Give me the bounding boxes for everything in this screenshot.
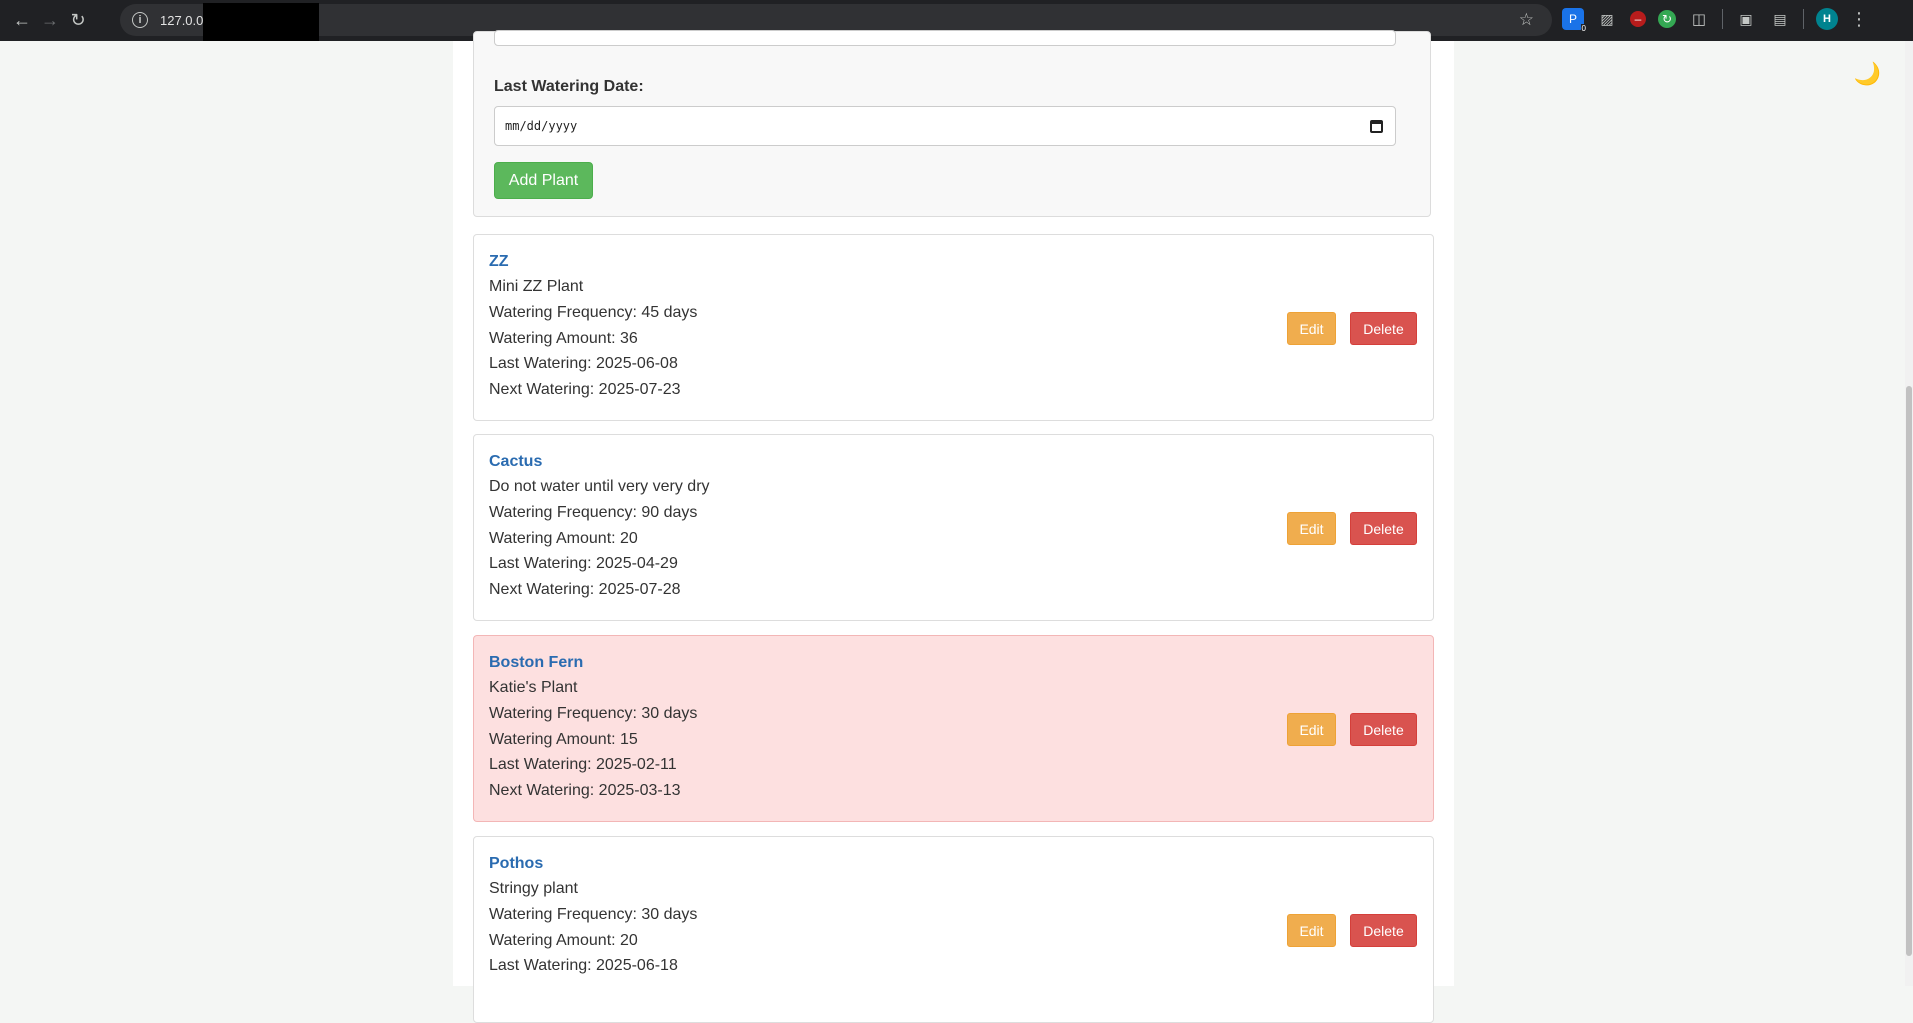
- plant-frequency: Watering Frequency: 30 days: [489, 906, 698, 923]
- toolbar-divider: [1803, 9, 1804, 29]
- back-icon[interactable]: ←: [8, 7, 36, 35]
- plant-amount: Watering Amount: 36: [489, 330, 638, 347]
- plant-amount: Watering Amount: 15: [489, 731, 638, 748]
- plant-notes: Do not water until very very dry: [489, 478, 710, 495]
- blocker-extension-icon[interactable]: –: [1630, 11, 1646, 27]
- pin-extension-icon[interactable]: P0: [1562, 8, 1587, 33]
- delete-button[interactable]: Delete: [1350, 512, 1417, 545]
- delete-button[interactable]: Delete: [1350, 312, 1417, 345]
- site-info-icon[interactable]: i: [132, 12, 148, 28]
- plant-notes: Stringy plant: [489, 880, 578, 897]
- refresh-extension-icon[interactable]: ↻: [1658, 10, 1676, 28]
- toolbar-divider: [1722, 9, 1723, 29]
- edit-button[interactable]: Edit: [1287, 312, 1336, 345]
- plant-card-pothos: Pothos Stringy plant Watering Frequency:…: [473, 836, 1434, 1023]
- plant-name: ZZ: [489, 253, 509, 270]
- delete-button[interactable]: Delete: [1350, 914, 1417, 947]
- reload-icon[interactable]: ↻: [64, 7, 92, 35]
- puzzle-extension-icon[interactable]: ◫: [1688, 8, 1710, 30]
- extension-badge: 0: [1580, 24, 1587, 33]
- notes-input[interactable]: [494, 30, 1396, 46]
- page-viewport: Last Watering Date: mm/dd/yyyy Add Plant…: [0, 30, 1913, 1023]
- plant-next-watering: Next Watering: 2025-07-23: [489, 381, 681, 398]
- plant-name: Pothos: [489, 855, 544, 872]
- browser-menu-icon[interactable]: ⋮: [1850, 9, 1868, 30]
- theme-toggle-moon-icon[interactable]: 🌙: [1854, 61, 1881, 87]
- plant-amount: Watering Amount: 20: [489, 932, 638, 949]
- delete-button[interactable]: Delete: [1350, 713, 1417, 746]
- edit-button[interactable]: Edit: [1287, 512, 1336, 545]
- plant-card-boston-fern: Boston Fern Katie's Plant Watering Frequ…: [473, 635, 1434, 822]
- search-tab-extension-icon[interactable]: ▤: [1769, 8, 1791, 30]
- last-watering-date-input[interactable]: mm/dd/yyyy: [494, 106, 1396, 146]
- plant-last-watering: Last Watering: 2025-06-08: [489, 355, 678, 372]
- plant-name: Boston Fern: [489, 654, 584, 671]
- plant-last-watering: Last Watering: 2025-02-11: [489, 756, 677, 773]
- profile-avatar[interactable]: H: [1816, 8, 1838, 30]
- main-container: Last Watering Date: mm/dd/yyyy Add Plant…: [453, 30, 1454, 1023]
- last-watering-label: Last Watering Date:: [494, 78, 644, 95]
- plant-notes: Mini ZZ Plant: [489, 278, 584, 295]
- plant-amount: Watering Amount: 20: [489, 530, 638, 547]
- edit-button[interactable]: Edit: [1287, 713, 1336, 746]
- scrollbar-thumb[interactable]: [1906, 386, 1912, 956]
- date-placeholder: mm/dd/yyyy: [505, 119, 578, 133]
- plant-notes: Katie's Plant: [489, 679, 578, 696]
- extensions-tray: P0 ▨ – ↻ ◫ ▣ ▤ H ⋮: [1562, 8, 1868, 33]
- plant-frequency: Watering Frequency: 45 days: [489, 304, 698, 321]
- calendar-icon[interactable]: [1370, 119, 1383, 133]
- add-plant-form: Last Watering Date: mm/dd/yyyy Add Plant: [473, 30, 1431, 217]
- plant-name: Cactus: [489, 453, 543, 470]
- plant-frequency: Watering Frequency: 30 days: [489, 705, 698, 722]
- plant-next-watering: Next Watering: 2025-07-28: [489, 581, 681, 598]
- url-text[interactable]: 127.0.0.: [160, 13, 207, 28]
- page-scrollbar[interactable]: [1905, 41, 1913, 986]
- plant-frequency: Watering Frequency: 90 days: [489, 504, 698, 521]
- plant-next-watering: Next Watering: 2025-03-13: [489, 782, 681, 799]
- screenshot-extension-icon[interactable]: ▣: [1735, 8, 1757, 30]
- plant-card-zz: ZZ Mini ZZ Plant Watering Frequency: 45 …: [473, 234, 1434, 421]
- plant-card-cactus: Cactus Do not water until very very dry …: [473, 434, 1434, 621]
- edit-button[interactable]: Edit: [1287, 914, 1336, 947]
- image-extension-icon[interactable]: ▨: [1596, 8, 1618, 30]
- add-plant-button[interactable]: Add Plant: [494, 162, 593, 199]
- plant-last-watering: Last Watering: 2025-06-18: [489, 957, 678, 974]
- forward-icon[interactable]: →: [36, 7, 64, 35]
- bookmark-star-icon[interactable]: ☆: [1519, 10, 1534, 30]
- plant-last-watering: Last Watering: 2025-04-29: [489, 555, 678, 572]
